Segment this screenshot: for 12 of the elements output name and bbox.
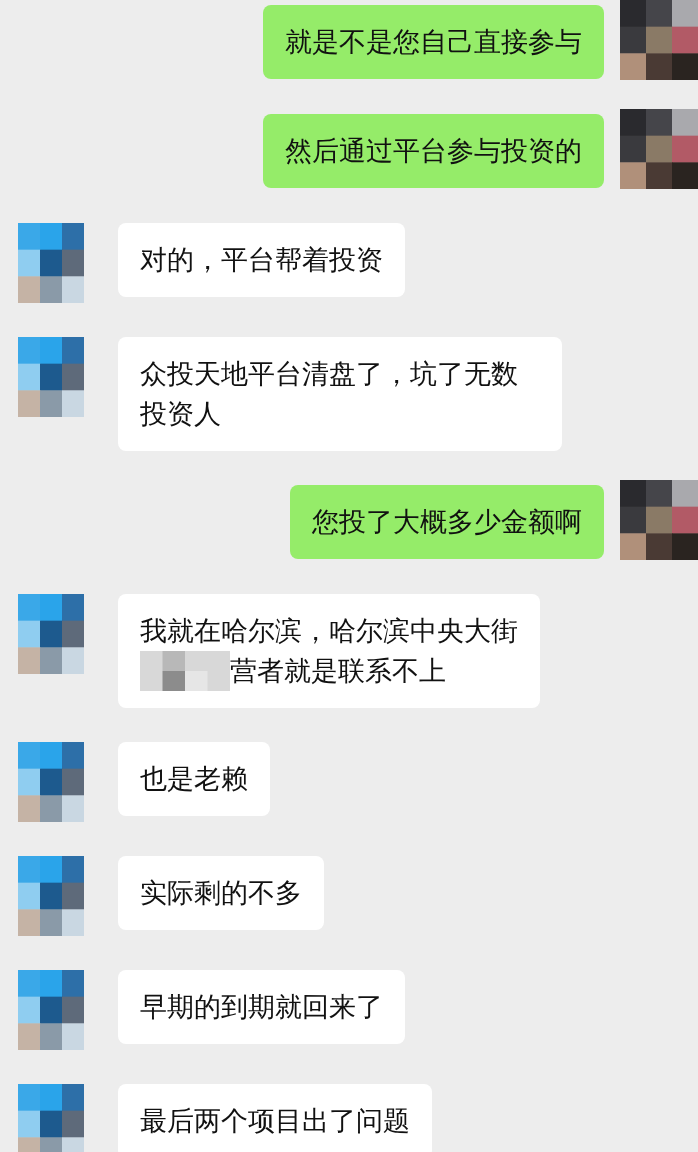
- message-text: 然后通过平台参与投资的: [285, 134, 582, 168]
- message-text: 您投了大概多少金额啊: [312, 505, 582, 539]
- message-text: 也是老赖: [140, 762, 248, 796]
- message-text: 就是不是您自己直接参与: [285, 25, 582, 59]
- message-text: 最后两个项目出了问题: [140, 1104, 410, 1138]
- message-text: 营者就是联系不上: [230, 654, 446, 688]
- message-text: 对的，平台帮着投资: [140, 243, 383, 277]
- message-text: 实际剩的不多: [140, 876, 302, 910]
- avatar: [18, 1084, 84, 1152]
- message-text: 我就在哈尔滨，哈尔滨中央大街: [140, 614, 518, 648]
- message-text: 早期的到期就回来了: [140, 990, 383, 1024]
- message-text: 众投天地平台清盘了，坑了无数投资人: [140, 357, 519, 431]
